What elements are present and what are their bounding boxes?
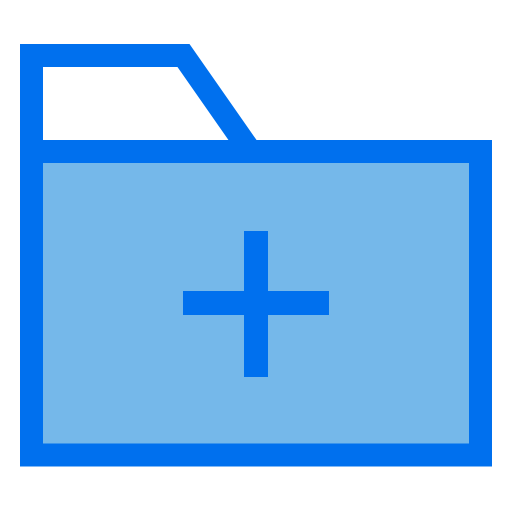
icon-canvas (0, 0, 512, 512)
folder-tab (20, 44, 273, 163)
plus-icon-vertical (244, 231, 268, 377)
add-folder-icon (20, 44, 492, 467)
